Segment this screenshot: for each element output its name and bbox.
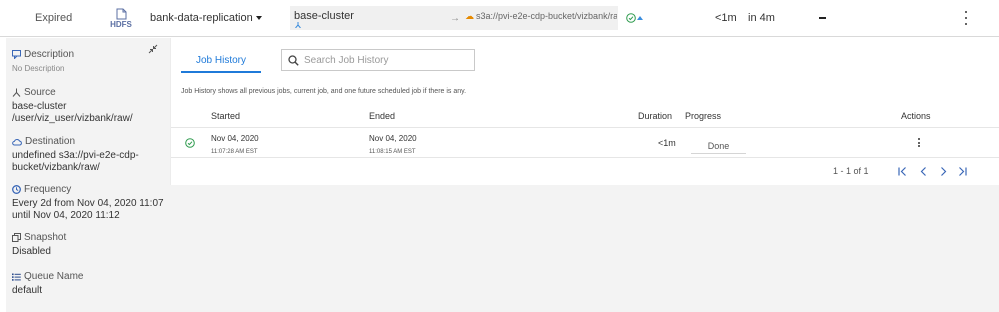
list-icon — [12, 273, 21, 281]
last-duration: <1m — [715, 12, 737, 24]
detail-queue: Queue Name default — [12, 271, 83, 297]
route-summary: base-cluster → ☁ s3a://pvi-e2e-cdp-bucket… — [290, 6, 618, 30]
cloud-outline-icon — [12, 138, 22, 145]
frequency-line-2: until Nov 04, 2020 11:12 — [12, 210, 120, 221]
search-icon — [288, 55, 299, 66]
last-page-icon[interactable] — [956, 166, 968, 177]
caret-down-icon — [255, 16, 262, 20]
job-history-info: Job History shows all previous jobs, cur… — [181, 88, 467, 95]
row-duration: <1m — [658, 138, 676, 148]
row-actions-menu-icon[interactable] — [916, 138, 922, 147]
clock-icon — [12, 185, 21, 194]
row-progress: Done — [691, 139, 746, 154]
table-row: Nov 04, 2020 11:07:28 AM EST Nov 04, 202… — [171, 127, 999, 158]
collapse-icon[interactable] — [148, 44, 158, 54]
destination-label: Destination — [25, 136, 76, 147]
col-actions: Actions — [901, 111, 931, 121]
next-run: in 4m — [748, 12, 775, 24]
ended-date: Nov 04, 2020 — [369, 134, 417, 143]
destination-path: ☁ s3a://pvi-e2e-cdp-bucket/vizbank/ra... — [465, 11, 617, 22]
hdfs-type-label: HDFS — [110, 20, 132, 29]
policy-name-dropdown[interactable]: bank-data-replication — [150, 12, 262, 24]
pane-background — [170, 185, 999, 312]
destination-text: s3a://pvi-e2e-cdp-bucket/vizbank/ra... — [476, 11, 617, 21]
pagination-summary: 1 - 1 of 1 — [833, 166, 869, 176]
job-history-pane: Job History Job History shows all previo… — [170, 38, 999, 185]
expand-up-icon[interactable] — [637, 16, 643, 20]
detail-description: Description No Description — [12, 49, 74, 75]
policy-actions-menu-icon[interactable] — [962, 11, 970, 25]
arrow-right-icon: → — [450, 13, 460, 24]
source-cluster: base-cluster — [294, 10, 354, 22]
col-duration[interactable]: Duration — [638, 111, 672, 121]
copy-icon — [12, 233, 21, 242]
source-line-1: base-cluster — [12, 101, 67, 112]
policy-name: bank-data-replication — [150, 12, 253, 24]
source-line-2: /user/viz_user/vizbank/raw/ — [12, 113, 133, 124]
source-icon — [12, 88, 21, 97]
destination-line-1: undefined s3a://pvi-e2e-cdp- — [12, 150, 139, 161]
destination-line-2: bucket/vizbank/raw/ — [12, 162, 100, 173]
job-indicator-dash — [819, 17, 826, 19]
job-history-search[interactable] — [281, 49, 475, 71]
snapshot-value: Disabled — [12, 246, 51, 257]
cluster-node-icon — [295, 22, 301, 28]
description-value: No Description — [12, 64, 65, 73]
policy-row[interactable]: Expired HDFS bank-data-replication base-… — [0, 0, 999, 37]
started-date: Nov 04, 2020 — [211, 134, 259, 143]
frequency-label: Frequency — [24, 184, 72, 195]
queue-label: Queue Name — [24, 271, 84, 282]
queue-value: default — [12, 285, 43, 296]
comment-icon — [12, 50, 21, 59]
detail-snapshot: Snapshot Disabled — [12, 232, 66, 258]
first-page-icon[interactable] — [897, 166, 909, 177]
search-input[interactable] — [304, 53, 469, 68]
col-progress: Progress — [685, 111, 722, 121]
success-check-icon — [185, 138, 195, 148]
success-check-icon — [626, 13, 636, 23]
col-started[interactable]: Started — [211, 111, 240, 121]
next-page-icon[interactable] — [937, 166, 949, 177]
policy-details-pane: Description No Description Source base-c… — [6, 38, 170, 312]
cloud-icon: ☁ — [465, 11, 474, 21]
hdfs-icon: HDFS — [110, 8, 132, 30]
detail-frequency: Frequency Every 2d from Nov 04, 2020 11:… — [12, 184, 164, 222]
ended-time: 11:08:15 AM EST — [369, 149, 416, 155]
source-label: Source — [24, 87, 56, 98]
policy-status: Expired — [35, 12, 73, 24]
previous-page-icon[interactable] — [918, 166, 930, 177]
col-ended[interactable]: Ended — [369, 111, 395, 121]
description-label: Description — [24, 49, 75, 60]
detail-destination: Destination undefined s3a://pvi-e2e-cdp-… — [12, 136, 139, 174]
snapshot-label: Snapshot — [24, 232, 67, 243]
tab-job-history[interactable]: Job History — [181, 51, 261, 73]
started-time: 11:07:28 AM EST — [211, 149, 258, 155]
detail-source: Source base-cluster /user/viz_user/vizba… — [12, 87, 133, 125]
frequency-line-1: Every 2d from Nov 04, 2020 11:07 — [12, 198, 164, 209]
